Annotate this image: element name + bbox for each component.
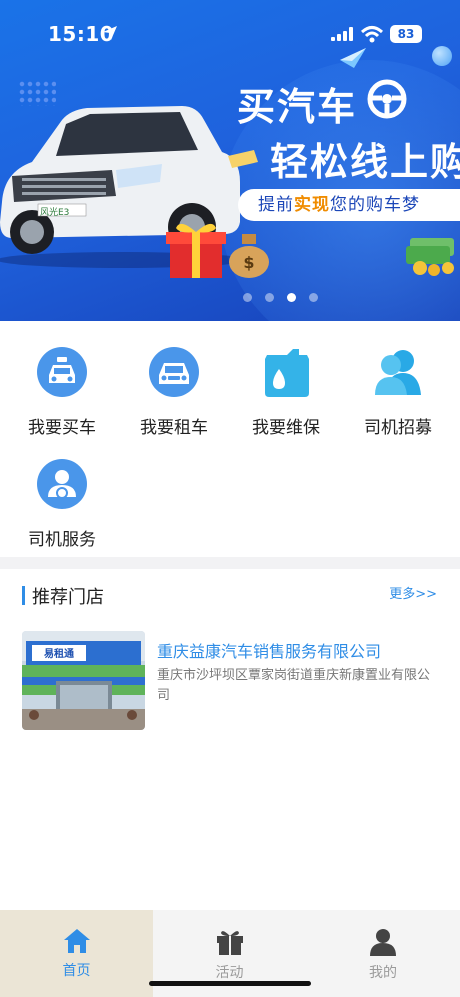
service-menu: 我要买车 我要租车 我要维保 司机招募 司机服务: [0, 321, 460, 557]
banner-dot-2[interactable]: [265, 293, 274, 302]
user-icon: [370, 929, 396, 956]
store-photo: 易租通: [22, 631, 145, 730]
taxi-car-icon: [37, 347, 87, 397]
oil-can-icon: [265, 349, 309, 397]
more-link[interactable]: 更多>>: [389, 583, 437, 602]
menu-label: 我要维保: [252, 418, 320, 438]
svg-text:$: $: [243, 253, 254, 272]
car-badge: 风光E3: [40, 205, 69, 218]
location-arrow-icon: [103, 26, 117, 40]
section-title: 推荐门店: [32, 587, 104, 608]
tab-label: 首页: [62, 963, 91, 979]
gift-icon: [216, 931, 243, 955]
store-address: 重庆市沙坪坝区覃家岗街道重庆新康置业有限公司: [157, 668, 431, 703]
wifi-icon: [360, 26, 384, 43]
tab-label: 我的: [369, 965, 397, 981]
section-accent-bar: [22, 586, 25, 605]
menu-label: 我要买车: [28, 418, 96, 438]
menu-label: 我要租车: [140, 418, 208, 438]
money-bag-decoration: $: [229, 234, 269, 278]
steering-wheel-icon: [367, 79, 407, 119]
home-icon: [63, 929, 90, 953]
menu-item-maintenance[interactable]: 我要维保: [231, 345, 341, 438]
battery-indicator: 83: [390, 25, 422, 43]
store-sign-text: 易租通: [44, 647, 74, 660]
tagline-post: 您的购车梦: [330, 195, 420, 215]
banner-dot-3[interactable]: [287, 293, 296, 302]
tab-profile[interactable]: 我的: [306, 910, 460, 997]
banner-dot-1[interactable]: [243, 293, 252, 302]
people-icon: [375, 350, 421, 395]
store-card[interactable]: 易租通 重庆益康汽车销售服务有限公司 重庆市沙坪坝区覃家岗街道重庆新康置业有限公…: [22, 631, 442, 731]
banner-pagination[interactable]: [243, 293, 318, 302]
menu-label: 司机招募: [364, 418, 432, 438]
gift-box-decoration: [166, 223, 226, 278]
menu-item-buy-car[interactable]: 我要买车: [7, 345, 117, 438]
banner-headline-1: 买汽车: [237, 85, 358, 129]
menu-label: 司机服务: [28, 530, 96, 550]
tagline-highlight: 实现: [294, 195, 330, 215]
store-name: 重庆益康汽车销售服务有限公司: [157, 642, 382, 661]
banner-dot-4[interactable]: [309, 293, 318, 302]
tagline-pre: 提前: [258, 195, 294, 215]
menu-item-rent-car[interactable]: 我要租车: [119, 345, 229, 438]
recommended-header: 推荐门店 更多>>: [0, 569, 460, 625]
menu-item-driver-recruit[interactable]: 司机招募: [343, 345, 453, 438]
tab-label: 活动: [215, 965, 244, 981]
driver-icon: [37, 459, 87, 509]
car-badge-text: 风光E3: [40, 208, 70, 218]
rental-car-icon: [149, 347, 199, 397]
menu-item-driver-service[interactable]: 司机服务: [7, 457, 117, 550]
cellular-signal-icon: [331, 27, 353, 41]
home-indicator: [149, 981, 311, 986]
banner-headline-2: 轻松线上购: [270, 140, 460, 184]
status-bar: 15:10 83: [0, 0, 460, 60]
tab-home[interactable]: 首页: [0, 910, 153, 997]
section-divider: [0, 557, 460, 569]
money-note-decoration: [228, 150, 258, 168]
coins-decoration: [406, 238, 454, 276]
banner-tagline: 提前实现您的购车梦: [238, 189, 460, 221]
